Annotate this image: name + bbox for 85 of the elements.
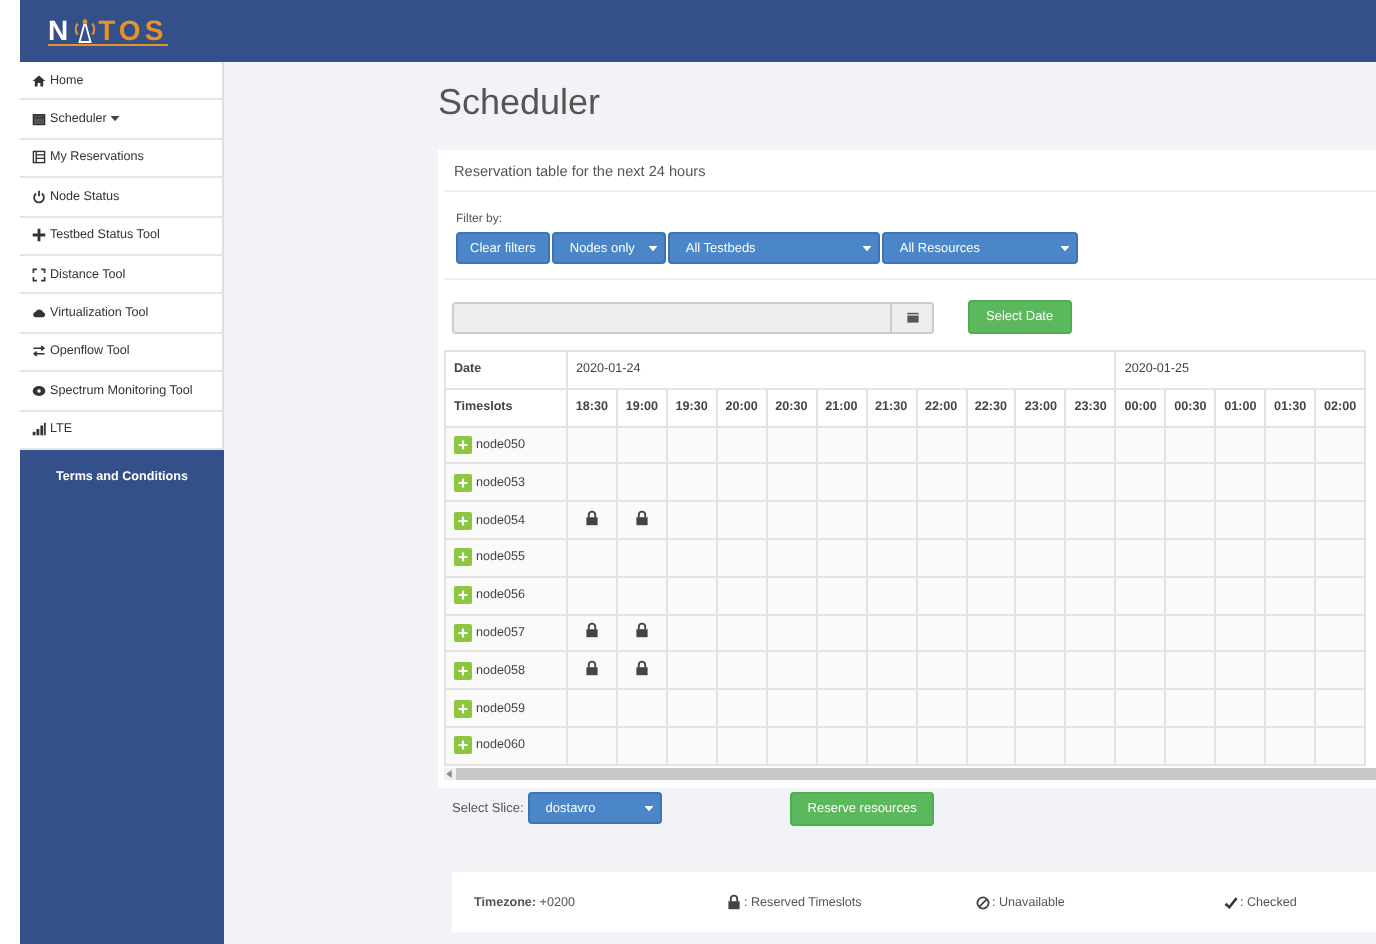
add-button[interactable] <box>454 473 472 492</box>
lock-icon <box>633 622 650 639</box>
timeslot-cell[interactable] <box>1115 726 1166 765</box>
timeslot-cell[interactable] <box>816 726 867 765</box>
timeslot-cell[interactable] <box>816 426 867 464</box>
add-button[interactable] <box>454 511 472 530</box>
timeslot-cell[interactable] <box>616 651 667 690</box>
ban-icon <box>976 895 990 909</box>
timeslot-cell[interactable] <box>1315 614 1365 652</box>
timeslot-cell[interactable] <box>716 726 767 765</box>
signal-icon <box>32 422 46 437</box>
timeslot-cell[interactable] <box>1315 689 1365 727</box>
add-button[interactable] <box>454 699 472 718</box>
add-button[interactable] <box>454 623 472 642</box>
caret-icon <box>1059 245 1070 251</box>
timeslot-cell[interactable] <box>616 501 667 539</box>
calendar-icon <box>905 310 919 324</box>
timeslot-cell[interactable] <box>567 426 617 464</box>
eye-icon <box>32 383 46 398</box>
timeslot-cell[interactable] <box>766 726 817 765</box>
timeslot-cell[interactable] <box>966 726 1016 765</box>
expand-icon <box>32 267 46 282</box>
caret-icon <box>647 245 658 251</box>
timeslot-cell[interactable] <box>1215 726 1266 765</box>
page-title: Scheduler <box>438 80 603 126</box>
check-icon <box>1224 895 1238 909</box>
timeslot-cell[interactable] <box>1315 538 1365 577</box>
timeslot-cell[interactable] <box>1115 426 1166 464</box>
timeslot-cell[interactable] <box>616 726 667 765</box>
lock-icon <box>583 510 600 527</box>
power-icon <box>32 189 46 204</box>
timeslot-cell[interactable] <box>916 726 966 765</box>
lock-icon <box>633 660 650 677</box>
timeslot-cell[interactable] <box>766 426 817 464</box>
timeslot-cell[interactable] <box>1265 726 1316 765</box>
scroll-left-icon <box>446 769 452 778</box>
timeslot-cell[interactable] <box>866 726 917 765</box>
timeslot-cell[interactable] <box>1165 426 1216 464</box>
add-button[interactable] <box>454 586 472 605</box>
caret-icon <box>110 116 121 123</box>
horizontal-scrollbar[interactable] <box>444 767 1376 780</box>
timeslot-cell[interactable] <box>1315 576 1365 615</box>
antenna-icon <box>74 18 97 44</box>
cloud-icon <box>32 306 46 321</box>
timeslot-cell[interactable] <box>567 501 617 539</box>
timeslot-cell[interactable] <box>1015 726 1066 765</box>
timeslot-cell[interactable] <box>1315 651 1365 690</box>
timeslot-cell[interactable] <box>1215 426 1266 464</box>
timeslot-cell[interactable] <box>966 426 1016 464</box>
timeslot-cell[interactable] <box>616 614 667 652</box>
timeslot-cell[interactable] <box>1315 501 1365 539</box>
timeslot-cell[interactable] <box>1315 426 1365 464</box>
timeslot-cell[interactable] <box>1265 426 1316 464</box>
timeslot-cell[interactable] <box>1065 426 1116 464</box>
calendar-icon <box>32 112 46 127</box>
home-icon <box>32 73 46 88</box>
timeslot-cell[interactable] <box>1165 726 1216 765</box>
timeslot-cell[interactable] <box>567 614 617 652</box>
timeslot-cell[interactable] <box>716 426 767 464</box>
timeslot-cell[interactable] <box>916 426 966 464</box>
plus-icon <box>32 228 46 243</box>
timeslot-cell[interactable] <box>1065 726 1116 765</box>
caret-icon <box>861 245 872 251</box>
timeslot-cell[interactable] <box>567 726 617 765</box>
timeslot-cell[interactable] <box>567 651 617 690</box>
add-button[interactable] <box>454 736 472 755</box>
timeslot-cell[interactable] <box>1015 426 1066 464</box>
swap-icon <box>32 344 46 359</box>
add-button[interactable] <box>454 661 472 680</box>
lock-icon <box>633 510 650 527</box>
add-button[interactable] <box>454 548 472 567</box>
timeslot-cell[interactable] <box>866 426 917 464</box>
list-icon <box>32 150 46 165</box>
lock-icon <box>726 894 742 910</box>
date-field[interactable] <box>452 301 934 333</box>
lock-icon <box>583 660 600 677</box>
timeslot-cell[interactable] <box>666 726 717 765</box>
timeslot-cell[interactable] <box>1315 726 1365 765</box>
timeslot-cell[interactable] <box>1315 463 1365 502</box>
lock-icon <box>583 622 600 639</box>
logo[interactable]: N TOS <box>48 16 168 46</box>
caret-icon <box>643 805 654 812</box>
timeslot-cell[interactable] <box>666 426 717 464</box>
add-button[interactable] <box>454 435 472 454</box>
timeslot-cell[interactable] <box>616 426 667 464</box>
